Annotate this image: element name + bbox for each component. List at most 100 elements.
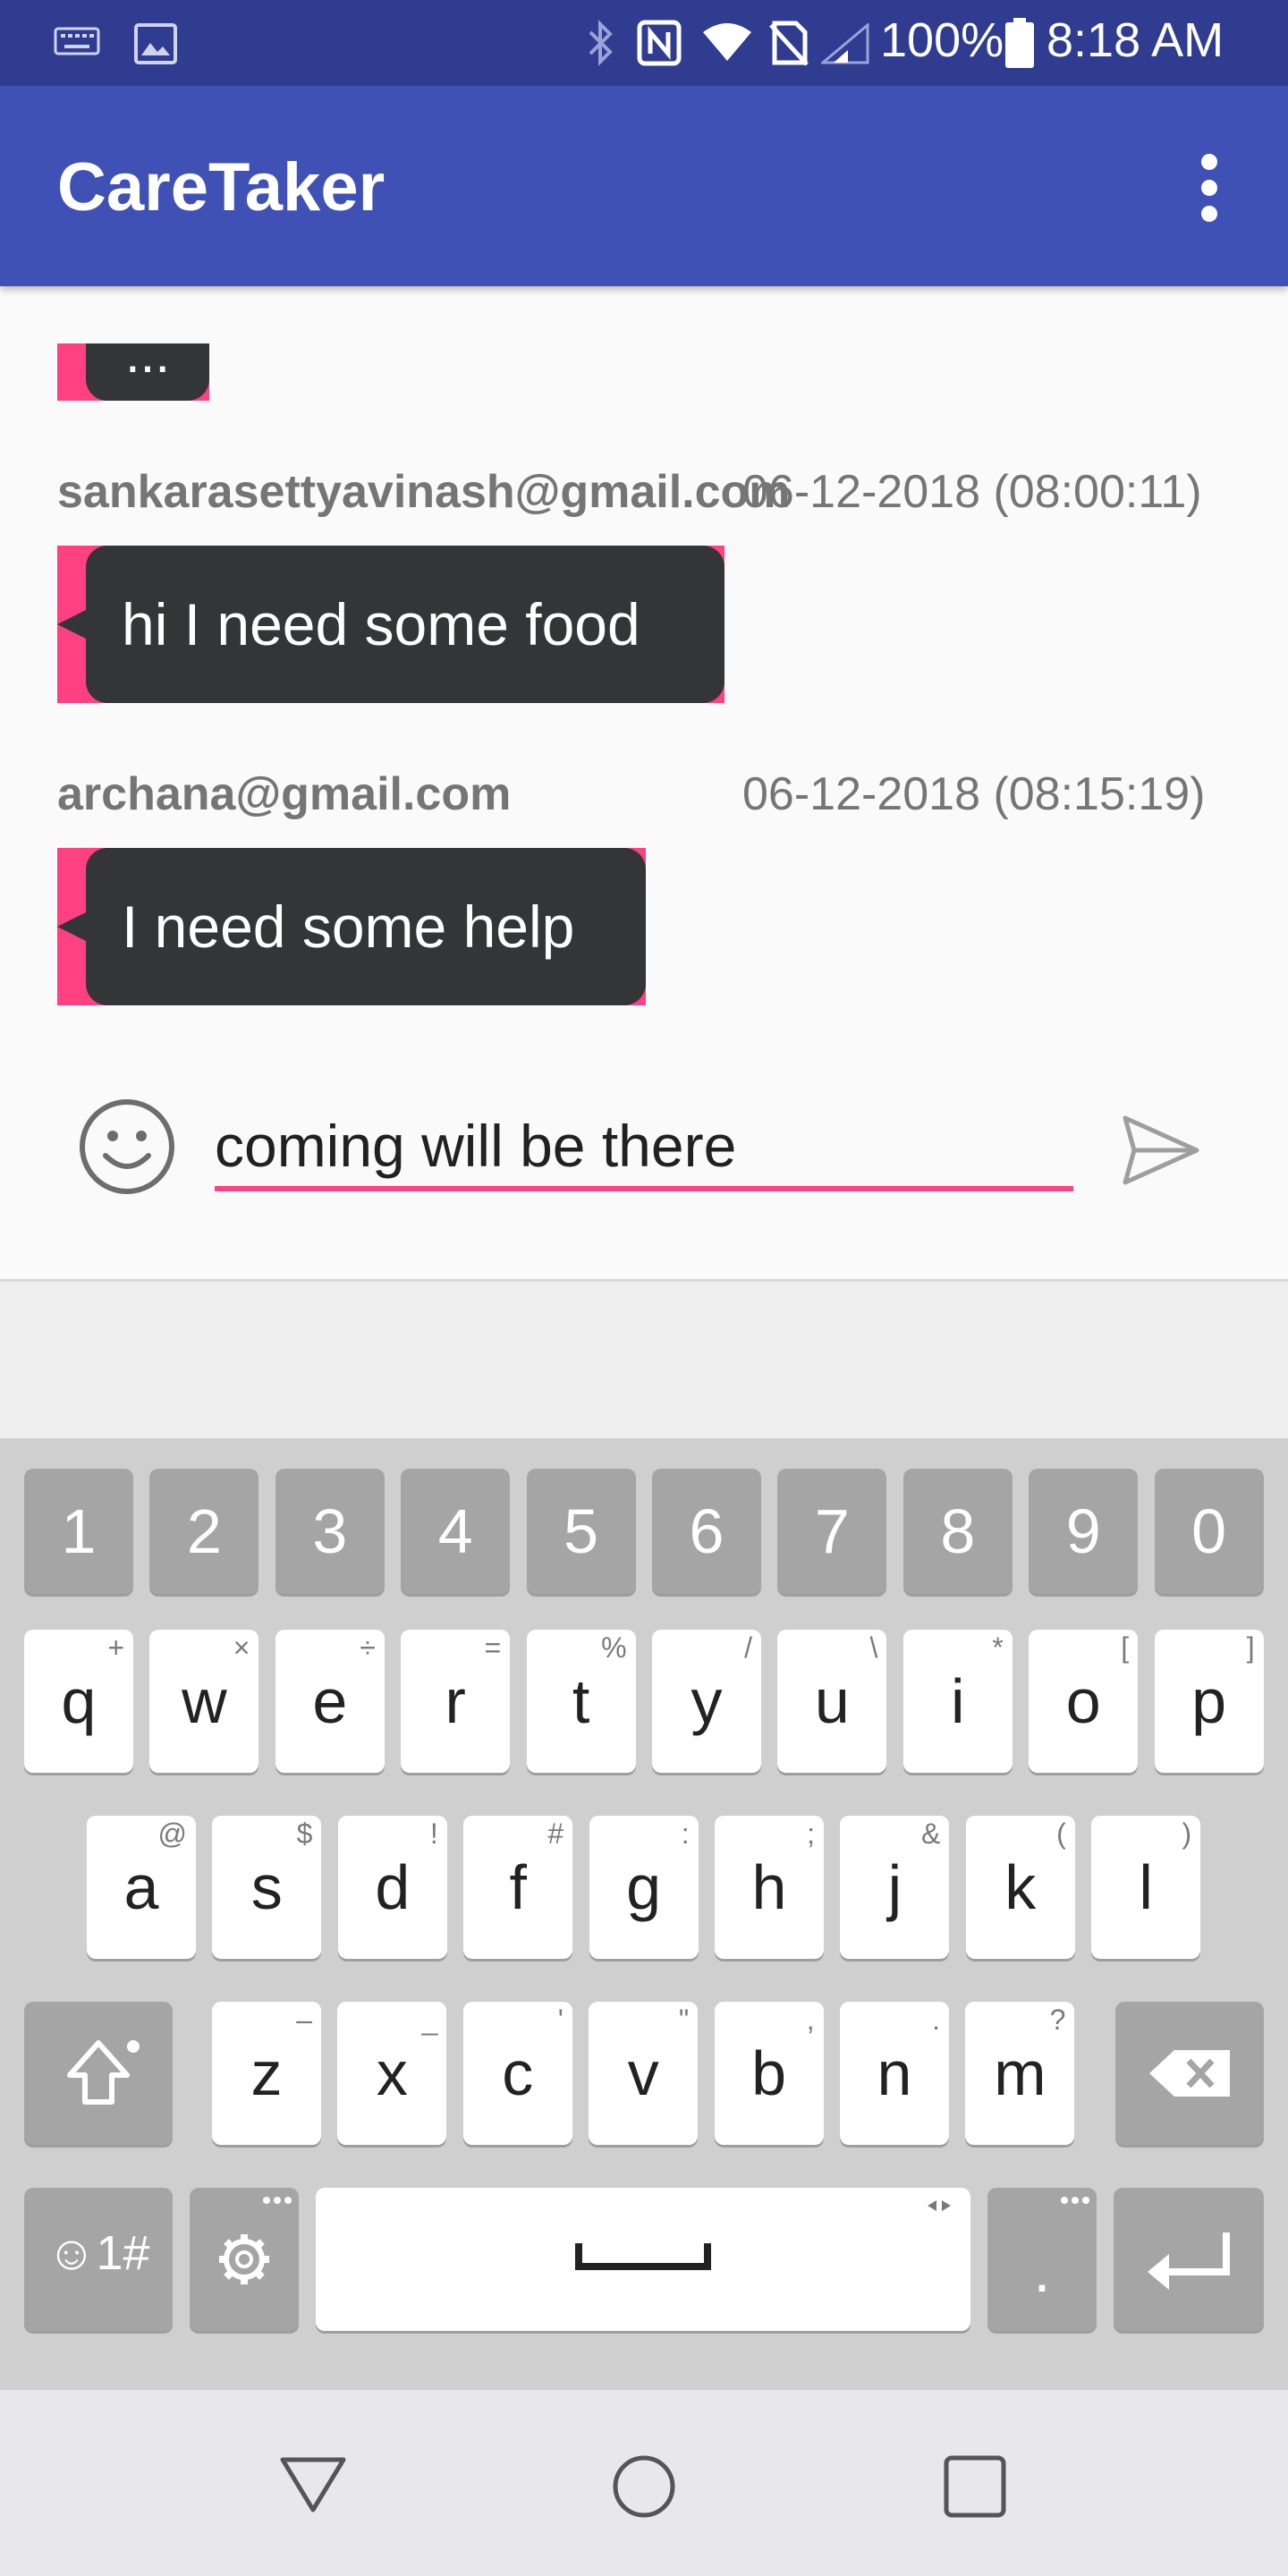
key-i[interactable]: i * xyxy=(902,1630,1013,1773)
key-hint: ( xyxy=(1056,1818,1066,1850)
key-w[interactable]: w × xyxy=(149,1630,259,1773)
key-x[interactable]: x _ xyxy=(337,2002,447,2145)
image-icon xyxy=(134,23,177,64)
key-7[interactable]: 7 xyxy=(777,1469,887,1594)
key-hint: * xyxy=(992,1631,1004,1664)
key-g[interactable]: g: xyxy=(589,1816,699,1959)
key-b[interactable]: b, xyxy=(714,2002,824,2145)
no-sim-icon xyxy=(769,21,809,66)
key-label: k xyxy=(1004,1852,1037,1922)
key-m[interactable]: m? xyxy=(965,2002,1075,2145)
key-y[interactable]: y / xyxy=(652,1630,761,1773)
overflow-menu-icon[interactable] xyxy=(1190,154,1229,222)
key-t[interactable]: t% xyxy=(526,1630,636,1773)
keyboard: ☺1# . 1234 5 6 7 8 9 0 q + w × e ÷ r = t… xyxy=(0,1438,1288,2390)
key-p[interactable]: p] xyxy=(1154,1630,1264,1773)
emoji-icon[interactable] xyxy=(77,1097,177,1197)
symbols-key[interactable]: ☺1# xyxy=(24,2188,173,2331)
key-label: v xyxy=(627,2038,659,2108)
key-9[interactable]: 9 xyxy=(1029,1469,1139,1594)
message-bubble[interactable]: hi I need some food xyxy=(57,546,724,703)
key-o[interactable]: o[ xyxy=(1029,1630,1139,1773)
status-bar: 100% 8:18 AM xyxy=(0,0,1288,86)
enter-key[interactable] xyxy=(1114,2188,1264,2331)
key-label: s xyxy=(250,1852,283,1922)
key-label: z xyxy=(250,2038,283,2108)
backspace-icon xyxy=(1149,2050,1230,2097)
key-label: n xyxy=(877,2038,912,2108)
key-6[interactable]: 6 xyxy=(652,1469,761,1594)
key-label: q xyxy=(61,1666,97,1736)
message-bubble-partial: ... xyxy=(57,327,209,401)
key-hint: ; xyxy=(807,1818,815,1850)
message-timestamp: 06-12-2018 (08:15:19) xyxy=(742,768,1206,820)
backspace-key[interactable] xyxy=(1115,2002,1264,2145)
key-e[interactable]: e ÷ xyxy=(275,1630,385,1773)
key-hint: . xyxy=(932,2004,940,2036)
key-d[interactable]: d! xyxy=(337,1816,447,1959)
key-label: 5 xyxy=(564,1496,599,1566)
key-4[interactable]: 4 xyxy=(401,1469,511,1594)
home-icon[interactable] xyxy=(610,2453,678,2521)
key-a[interactable]: a @ xyxy=(87,1816,196,1959)
settings-key[interactable] xyxy=(190,2188,299,2331)
message-text: hi I need some food xyxy=(122,591,640,657)
key-1[interactable]: 1 xyxy=(24,1469,133,1594)
key-hint: & xyxy=(921,1818,941,1850)
key-hint: $ xyxy=(296,1818,313,1850)
key-label: p xyxy=(1191,1666,1227,1736)
message-sender: sankarasettyavinash@gmail.com xyxy=(57,466,791,518)
key-n[interactable]: n. xyxy=(840,2002,949,2145)
key-c[interactable]: c ' xyxy=(462,2002,572,2145)
key-0[interactable]: 0 xyxy=(1154,1469,1264,1594)
key-label: 2 xyxy=(186,1496,222,1566)
key-hint: × xyxy=(233,1631,250,1664)
key-label: u xyxy=(814,1666,850,1736)
key-5[interactable]: 5 xyxy=(526,1469,636,1594)
key-l[interactable]: l) xyxy=(1091,1816,1201,1959)
key-hint: @ xyxy=(157,1818,187,1850)
shift-icon xyxy=(67,2040,140,2105)
key-8[interactable]: 8 xyxy=(902,1469,1013,1594)
send-icon[interactable] xyxy=(1120,1109,1202,1191)
key-label: 6 xyxy=(689,1496,724,1566)
key-3[interactable]: 3 xyxy=(275,1469,385,1594)
period-key[interactable]: . xyxy=(987,2188,1097,2331)
key-label: m xyxy=(994,2038,1046,2108)
key-label: c xyxy=(502,2038,534,2108)
battery-percent: 100% xyxy=(880,13,1004,67)
message-input[interactable] xyxy=(215,1106,1073,1191)
key-hint: ? xyxy=(1049,2004,1066,2036)
key-h[interactable]: h; xyxy=(715,1816,824,1959)
key-hint: # xyxy=(547,1818,564,1850)
key-label: 7 xyxy=(814,1496,850,1566)
key-hint: ] xyxy=(1246,1631,1255,1664)
key-2[interactable]: 2 xyxy=(149,1469,259,1594)
key-r[interactable]: r = xyxy=(401,1630,511,1773)
wifi-icon xyxy=(703,23,751,61)
key-label: 0 xyxy=(1191,1496,1227,1566)
key-k[interactable]: k( xyxy=(965,1816,1075,1959)
message-bubble[interactable]: I need some help xyxy=(57,848,646,1005)
key-q[interactable]: q + xyxy=(24,1630,133,1773)
back-icon[interactable] xyxy=(277,2453,349,2515)
status-time: 8:18 AM xyxy=(1046,13,1224,67)
key-hint: \ xyxy=(869,1631,878,1664)
space-key[interactable] xyxy=(316,2188,970,2331)
key-f[interactable]: f # xyxy=(463,1816,573,1959)
app-title: CareTaker xyxy=(57,149,386,225)
key-label: 4 xyxy=(437,1496,473,1566)
key-hint: ÷ xyxy=(360,1631,376,1664)
key-s[interactable]: s $ xyxy=(212,1816,322,1959)
key-j[interactable]: j & xyxy=(840,1816,950,1959)
battery-icon xyxy=(1005,18,1034,68)
shift-key[interactable] xyxy=(24,2002,173,2145)
recents-icon[interactable] xyxy=(943,2454,1007,2519)
key-u[interactable]: u \ xyxy=(777,1630,887,1773)
key-label: b xyxy=(751,2038,787,2108)
key-z[interactable]: z – xyxy=(212,2002,321,2145)
symbols-label: ☺1# xyxy=(47,2226,150,2280)
key-v[interactable]: v " xyxy=(589,2002,699,2145)
key-hint: " xyxy=(678,2004,690,2036)
key-label: h xyxy=(751,1852,787,1922)
